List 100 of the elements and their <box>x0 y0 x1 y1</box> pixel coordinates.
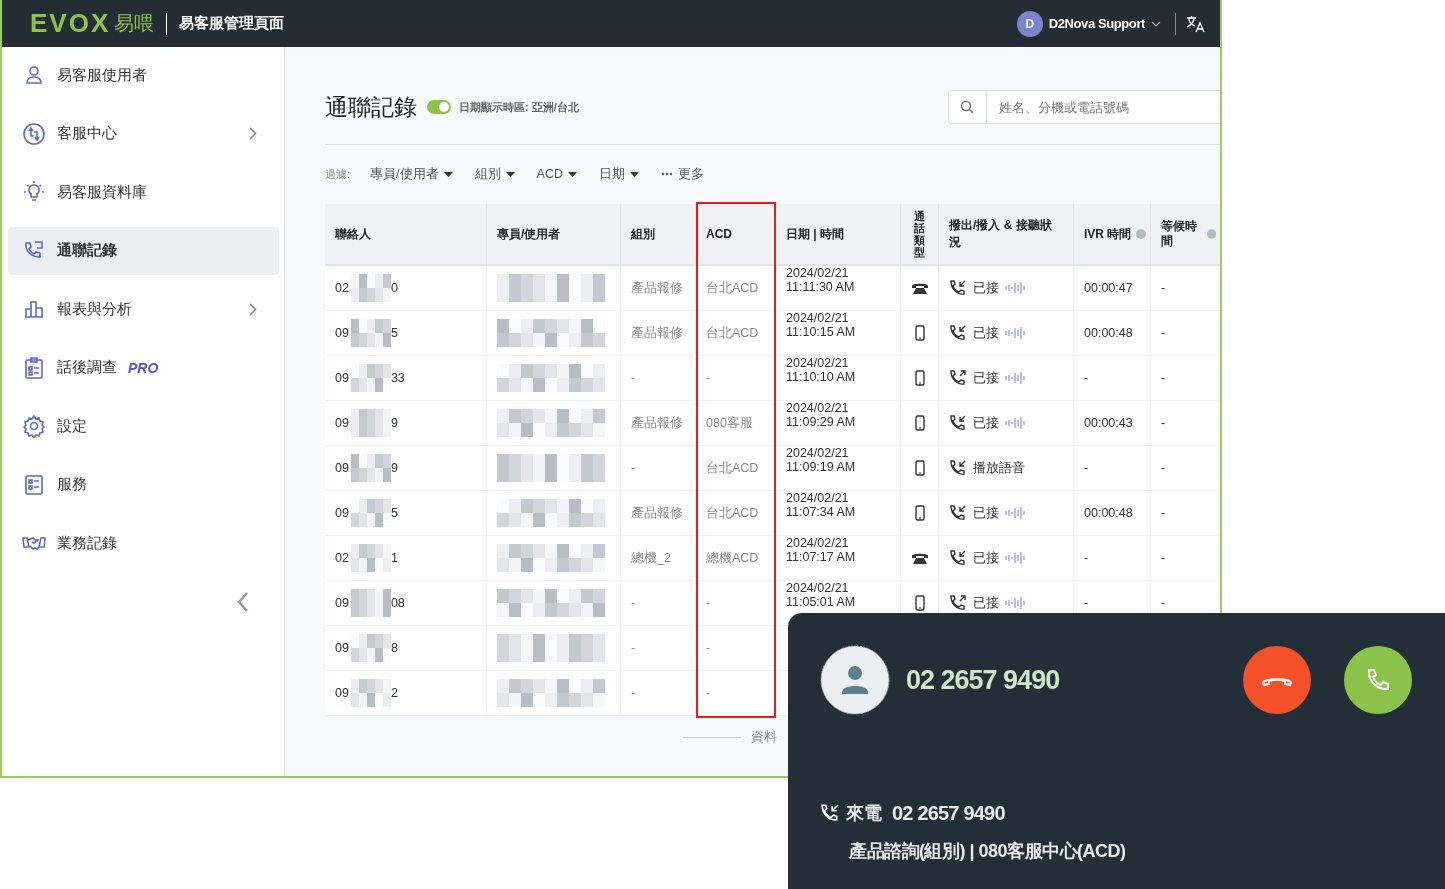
table-cell: - <box>696 626 776 671</box>
caller-number: 02 2657 9490 <box>892 801 1005 825</box>
search-icon <box>960 100 974 114</box>
column-header: IVR 時間 <box>1084 226 1132 242</box>
table-cell: - <box>696 581 776 626</box>
table-cell: 台北ACD <box>696 311 776 356</box>
switch-icon <box>22 121 46 146</box>
table-cell: - <box>1074 446 1151 491</box>
user-menu-button[interactable]: D D2Nova Support <box>1016 10 1161 37</box>
chevron-right-icon <box>249 302 257 316</box>
pixelated-block <box>350 499 391 527</box>
audio-waveform-icon[interactable] <box>1005 327 1027 339</box>
pixelated-block <box>350 679 391 707</box>
table-cell: - <box>1151 266 1220 311</box>
caret-icon <box>443 171 453 177</box>
audio-waveform-icon[interactable] <box>1005 552 1027 564</box>
pixelated-block <box>350 319 391 347</box>
sidebar-item[interactable]: 設定 <box>8 402 279 450</box>
table-cell: 2024/02/21 11:09:19 AM <box>776 446 901 491</box>
audio-waveform-icon[interactable] <box>1005 372 1027 384</box>
pixelated-block <box>350 634 391 662</box>
sidebar-item[interactable]: 話後調查 PRO <box>8 343 279 392</box>
phone-number-fragment: 09 <box>335 461 349 475</box>
avatar-silhouette-icon <box>820 645 890 715</box>
audio-waveform-icon[interactable] <box>1005 597 1027 609</box>
sidebar-item[interactable]: 易客服使用者 <box>8 51 279 99</box>
more-dots-icon <box>660 172 673 176</box>
audio-waveform-icon[interactable] <box>1005 282 1027 294</box>
gear-icon <box>22 414 46 438</box>
pixelated-block <box>350 409 391 437</box>
phone-number-fragment: 09 <box>335 326 349 340</box>
more-filters-button[interactable]: 更多 <box>660 165 704 183</box>
filter-label: 過濾: <box>325 166 351 182</box>
pro-label: PRO <box>128 359 159 376</box>
info-icon <box>1136 229 1146 239</box>
collapse-chevron-icon[interactable] <box>237 591 249 612</box>
call-status-text: 已接 <box>973 504 999 522</box>
column-header: 組別 <box>621 204 696 266</box>
caret-icon <box>567 171 577 177</box>
phone-number-fragment: 02 <box>335 551 349 565</box>
table-cell: - <box>1151 311 1220 356</box>
table-cell: 2024/02/21 11:09:29 AM <box>776 401 901 446</box>
table-cell: 產品報修 <box>621 491 696 536</box>
table-cell: 台北ACD <box>696 266 776 311</box>
column-header: 撥出/撥入 & 接聽狀況 <box>939 204 1074 266</box>
phone-number-fragment: 9 <box>390 461 398 475</box>
search-field[interactable]: 姓名、分機或電話號碼 <box>948 90 1220 124</box>
call-status-text: 已接 <box>973 594 999 612</box>
sidebar-item[interactable]: 客服中心 <box>8 109 279 158</box>
logo-text: EVOX <box>30 8 111 39</box>
audio-waveform-icon[interactable] <box>1005 417 1027 429</box>
search-input[interactable]: 姓名、分機或電話號碼 <box>997 98 1220 116</box>
pixelated-block <box>350 454 391 482</box>
column-header: 專員/使用者 <box>487 204 621 266</box>
table-cell: - <box>1151 536 1220 581</box>
table-cell: 00:00:43 <box>1074 401 1151 446</box>
column-header: 通話類型 <box>914 209 925 259</box>
column-header: 聯絡人 <box>325 204 487 266</box>
phone-number-fragment: 2 <box>390 686 398 700</box>
table-cell: - <box>1074 356 1151 401</box>
call-direction-label: 來電 <box>846 802 882 825</box>
sidebar-item[interactable]: 業務記錄 <box>8 519 279 567</box>
call-status-text: 已接 <box>973 324 999 342</box>
phone-number-fragment: 08 <box>390 596 405 610</box>
phone-number-fragment: 9 <box>390 416 398 430</box>
table-cell: - <box>621 671 696 716</box>
table-cell: 總機_2 <box>621 536 696 581</box>
list-icon <box>22 472 46 497</box>
call-status-text: 播放語音 <box>973 459 1025 477</box>
page-title: 通聯記錄 <box>325 92 417 122</box>
table-cell: 2024/02/21 11:07:34 AM <box>776 491 901 536</box>
translate-icon[interactable] <box>1186 14 1206 33</box>
table-cell: - <box>1151 356 1220 401</box>
phone-number-fragment: 5 <box>390 506 398 520</box>
sidebar-item[interactable]: 服務 <box>8 460 279 509</box>
sidebar-item[interactable]: 報表與分析 <box>8 285 279 333</box>
audio-waveform-icon[interactable] <box>1005 507 1027 519</box>
pixelated-block <box>350 589 391 617</box>
timezone-toggle[interactable] <box>427 100 451 114</box>
filter-dropdown[interactable]: 專員/使用者 <box>370 165 453 183</box>
table-cell: - <box>696 671 776 716</box>
phone-number-fragment: 5 <box>390 326 398 340</box>
phone-number-fragment: 09 <box>335 371 349 385</box>
sidebar-item[interactable]: 通聯記錄 <box>8 226 279 275</box>
table-cell: 2024/02/21 11:07:17 AM <box>776 536 901 581</box>
sidebar-item[interactable]: 易客服資料庫 <box>8 168 279 216</box>
logo-chinese-text: 易喂 <box>114 11 155 36</box>
caret-icon <box>629 171 639 177</box>
table-cell: 2024/02/21 11:10:10 AM <box>776 356 901 401</box>
caret-icon <box>505 171 515 177</box>
filter-dropdown[interactable]: 日期 <box>598 165 639 183</box>
pixelated-block <box>350 364 391 392</box>
table-cell: 台北ACD <box>696 491 776 536</box>
phone-icon <box>1365 667 1391 693</box>
filter-dropdown[interactable]: 組別 <box>474 165 515 183</box>
filter-dropdown[interactable]: ACD <box>536 167 577 181</box>
table-cell: 00:00:48 <box>1074 311 1151 356</box>
call-status-text: 已接 <box>973 369 999 387</box>
phone-number-fragment: 09 <box>335 506 349 520</box>
table-cell: 產品報修 <box>621 266 696 311</box>
